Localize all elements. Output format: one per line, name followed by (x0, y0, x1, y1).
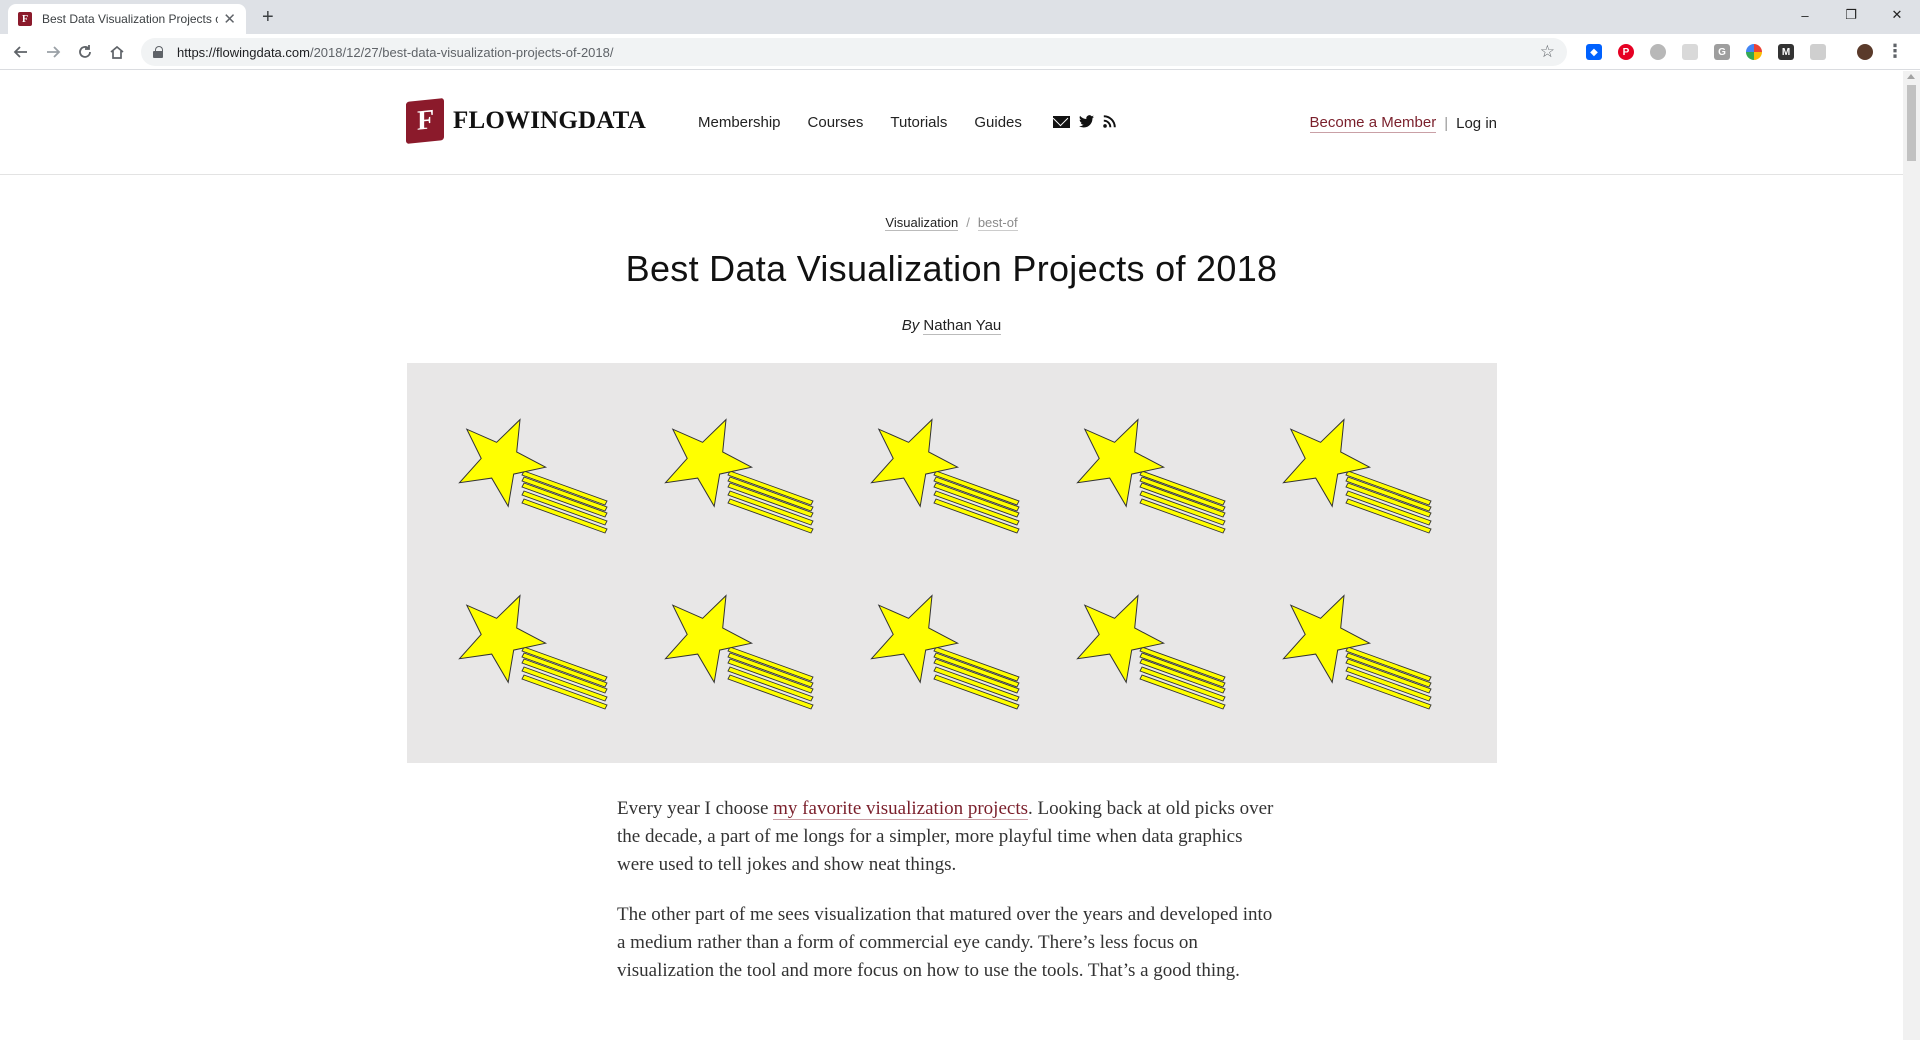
twitter-icon[interactable] (1078, 114, 1094, 131)
favorite-projects-link[interactable]: my favorite visualization projects (773, 798, 1028, 820)
breadcrumb-category[interactable]: Visualization (885, 215, 959, 231)
shooting-star-icon (458, 418, 608, 534)
nav-guides[interactable]: Guides (974, 114, 1022, 131)
scroll-thumb[interactable] (1907, 85, 1916, 161)
page-viewport: F FLOWINGDATA Membership Courses Tutoria… (0, 71, 1903, 1040)
logo-text: FLOWINGDATA (453, 107, 646, 134)
hero-image (407, 363, 1497, 763)
author-link[interactable]: Nathan Yau (923, 317, 1002, 335)
shooting-star-icon (870, 594, 1020, 710)
tab-title: Best Data Visualization Projects of 2018… (42, 12, 218, 26)
home-icon[interactable] (106, 41, 128, 63)
scroll-up-icon[interactable] (1907, 74, 1915, 79)
shooting-stars-illustration (458, 418, 1432, 710)
become-member-link[interactable]: Become a Member (1309, 114, 1437, 133)
extension-square-icon[interactable] (1682, 44, 1698, 60)
shooting-star-icon (664, 594, 814, 710)
lock-icon (153, 46, 165, 58)
star-shape (1282, 418, 1372, 508)
back-arrow-icon[interactable] (10, 41, 32, 63)
byline-by: By (901, 317, 920, 334)
shooting-star-icon (1282, 418, 1432, 534)
star-shape (1076, 594, 1166, 684)
byline: By Nathan Yau (0, 317, 1903, 335)
color-extension-icon[interactable] (1746, 44, 1762, 60)
site-header: F FLOWINGDATA Membership Courses Tutoria… (0, 71, 1903, 175)
social-links (1052, 114, 1125, 131)
paragraph-1: Every year I choose my favorite visualiz… (617, 795, 1277, 879)
close-window-button[interactable]: ✕ (1874, 0, 1920, 30)
paragraph-2: The other part of me sees visualization … (617, 904, 1273, 981)
star-shape (664, 418, 754, 508)
nav-tutorials[interactable]: Tutorials (890, 114, 947, 131)
star-shape (458, 594, 548, 684)
star-shape (1282, 594, 1372, 684)
profile-avatar-icon[interactable] (1857, 44, 1873, 60)
url-path: /2018/12/27/best-data-visualization-proj… (309, 44, 614, 60)
page-scrollbar[interactable] (1903, 71, 1920, 1040)
shooting-star-icon (458, 594, 608, 710)
site-logo[interactable]: F FLOWINGDATA (406, 98, 646, 144)
url-text[interactable]: https://flowingdata.com/2018/12/27/best-… (177, 45, 613, 60)
dropbox-extension-icon[interactable]: ◆ (1586, 44, 1602, 60)
browser-toolbar: https://flowingdata.com/2018/12/27/best-… (0, 34, 1920, 70)
url-host: https://flowingdata.com (177, 44, 310, 60)
flowingdata-favicon-icon: F (18, 12, 32, 26)
page-title: Best Data Visualization Projects of 2018 (625, 248, 1278, 289)
grammarly-extension-icon[interactable]: G (1714, 44, 1730, 60)
address-bar[interactable]: https://flowingdata.com/2018/12/27/best-… (141, 38, 1567, 66)
medium-extension-icon[interactable]: M (1778, 44, 1794, 60)
star-shape (870, 594, 960, 684)
browser-menu-icon[interactable]: ⋮ (1886, 40, 1904, 62)
browser-tab[interactable]: F Best Data Visualization Projects of 20… (8, 4, 246, 34)
rss-icon[interactable] (1103, 114, 1116, 131)
extension-circle-icon[interactable] (1650, 44, 1666, 60)
tab-close-icon[interactable]: ✕ (223, 12, 236, 27)
shooting-star-icon (1076, 418, 1226, 534)
shooting-star-icon (1282, 594, 1432, 710)
main-nav: Membership Courses Tutorials Guides (698, 114, 1125, 131)
star-shape (458, 418, 548, 508)
browser-tab-bar: F Best Data Visualization Projects of 20… (0, 0, 1920, 34)
window-controls: – ❐ ✕ (1782, 0, 1920, 30)
new-tab-button[interactable]: + (262, 7, 274, 27)
restore-button[interactable]: ❐ (1828, 0, 1874, 30)
reload-icon[interactable] (74, 41, 96, 63)
star-shape (870, 418, 960, 508)
star-shape (1076, 418, 1166, 508)
breadcrumb: Visualization / best-of (0, 215, 1903, 231)
breadcrumb-tag[interactable]: best-of (977, 215, 1018, 231)
login-link[interactable]: Log in (1456, 115, 1497, 132)
logo-letter: F (417, 104, 435, 137)
bookmark-star-icon[interactable]: ☆ (1540, 42, 1555, 62)
breadcrumb-separator: / (966, 215, 970, 230)
account-separator: | (1444, 115, 1449, 132)
pinterest-extension-icon[interactable]: P (1618, 44, 1634, 60)
forward-arrow-icon[interactable] (42, 41, 64, 63)
p1-text-before: Every year I choose (617, 798, 774, 819)
nav-membership[interactable]: Membership (698, 114, 781, 131)
minimize-button[interactable]: – (1782, 0, 1828, 30)
shooting-star-icon (870, 418, 1020, 534)
nav-courses[interactable]: Courses (808, 114, 864, 131)
chat-extension-icon[interactable] (1810, 44, 1826, 60)
email-icon[interactable] (1052, 115, 1070, 131)
article-body: Every year I choose my favorite visualiz… (617, 795, 1277, 1007)
flowingdata-logo-icon: F (406, 98, 444, 144)
account-links: Become a Member | Log in (1309, 114, 1497, 133)
star-shape (664, 594, 754, 684)
shooting-star-icon (664, 418, 814, 534)
shooting-star-icon (1076, 594, 1226, 710)
